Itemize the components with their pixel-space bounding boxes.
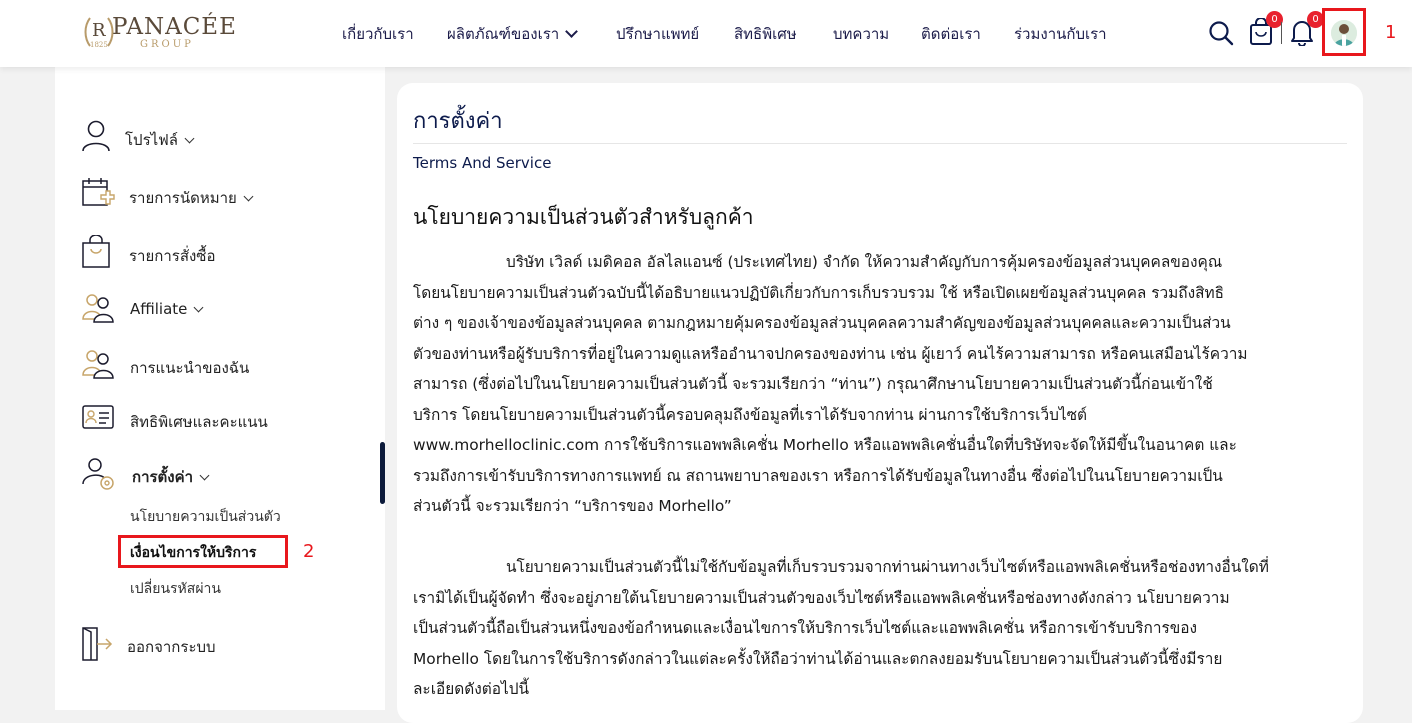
notification-button[interactable]: 0 — [1290, 11, 1324, 50]
sidebar-item-referrals[interactable]: การแนะนำของฉัน — [55, 347, 355, 387]
shopping-bag-icon — [82, 235, 110, 268]
user-avatar-icon — [1331, 20, 1357, 46]
nav-privileges[interactable]: สิทธิพิเศษ — [734, 22, 797, 46]
users-group-icon — [82, 350, 114, 379]
chevron-down-icon — [243, 191, 254, 202]
highlight-box — [118, 535, 288, 568]
profile-avatar-button[interactable] — [1322, 8, 1366, 56]
sidebar-item-settings[interactable]: การตั้งค่า — [55, 456, 355, 496]
sidebar-sub-privacy-policy[interactable]: นโยบายความเป็นส่วนตัว — [130, 506, 281, 528]
annotation-1: 1 — [1385, 22, 1397, 43]
sidebar-item-label: รายการนัดหมาย — [129, 186, 254, 210]
logo-group-text: GROUP — [140, 39, 194, 50]
chevron-down-icon — [199, 470, 210, 481]
sidebar-item-label: การตั้งค่า — [132, 465, 210, 489]
users-group-icon — [82, 294, 114, 323]
sidebar-item-label: รายการสั่งซื้อ — [129, 247, 216, 265]
paragraph-line: www.morhelloclinic.com การใช้บริการแอพพล… — [413, 436, 1237, 454]
sidebar-item-label: โปรไฟล์ — [125, 128, 195, 152]
paragraph-line: สามารถ (ซึ่งต่อไปในนโยบายความเป็นส่วนตัว… — [413, 375, 1213, 393]
nav-products[interactable]: ผลิตภัณฑ์ของเรา — [447, 22, 579, 46]
annotation-2: 2 — [303, 541, 315, 562]
paragraph-line: ตัวของท่านหรือผู้รับบริการที่อยู่ในความด… — [413, 344, 1248, 363]
nav-contact[interactable]: ติดต่อเรา — [921, 22, 981, 46]
sidebar-item-label: Affiliate — [130, 300, 204, 318]
content-card: การตั้งค่า Terms And Service นโยบายความเ… — [397, 83, 1363, 723]
sidebar-item-orders[interactable]: รายการสั่งซื้อ — [55, 235, 355, 275]
sidebar-item-label: สิทธิพิเศษและคะแนน — [130, 413, 268, 431]
paragraph-line: บริการ โดยนโยบายความเป็นส่วนตัวนี้ครอบคล… — [413, 405, 1088, 424]
panacee-logo[interactable]: R PANACÉE GROUP 1825 — [82, 12, 242, 54]
sidebar-item-profile[interactable]: โปรไฟล์ — [55, 119, 355, 159]
nav-consult[interactable]: ปรึกษาแพทย์ — [616, 22, 699, 46]
paragraph-line: นโยบายความเป็นส่วนตัวนี้ไม่ใช้กับข้อมูลท… — [413, 558, 1269, 576]
paragraph-line: ส่วนตัวนี้ จะรวมเรียกว่า “บริการของ Morh… — [413, 497, 732, 515]
policy-paragraph-1: บริษัท เวิลด์ เมดิคอล อัลไลแอนซ์ (ประเทศ… — [413, 247, 1349, 522]
sidebar-item-privileges[interactable]: สิทธิพิเศษและคะแนน — [55, 401, 355, 441]
account-sidebar: โปรไฟล์ รายการนัดหมาย รายการสั่งซื้อ Aff… — [55, 67, 385, 710]
user-settings-icon — [82, 458, 114, 490]
sidebar-item-logout[interactable]: ออกจากระบบ — [55, 626, 355, 666]
avatar — [1331, 20, 1357, 46]
paragraph-line: ละเอียดดังต่อไปนี้ — [413, 680, 529, 698]
logo-wordmark: PANACÉE — [112, 14, 237, 40]
nav-products-label: ผลิตภัณฑ์ของเรา — [447, 25, 560, 43]
cart-button[interactable]: 0 — [1249, 11, 1283, 50]
paragraph-line: ต่าง ๆ ของเจ้าของข้อมูลส่วนบุคคล ตามกฎหม… — [413, 314, 1231, 332]
nav-careers[interactable]: ร่วมงานกับเรา — [1014, 22, 1107, 46]
sidebar-item-label: ออกจากระบบ — [127, 638, 216, 656]
sidebar-item-appointments[interactable]: รายการนัดหมาย — [55, 177, 355, 217]
id-card-icon — [82, 405, 114, 429]
user-icon — [82, 120, 110, 152]
calendar-plus-icon — [82, 178, 115, 206]
header-divider — [1281, 22, 1282, 44]
active-section-indicator — [380, 442, 385, 504]
chevron-down-icon — [193, 302, 204, 313]
page-title: การตั้งค่า — [413, 109, 503, 134]
policy-heading: นโยบายความเป็นส่วนตัวสำหรับลูกค้า — [413, 205, 754, 229]
title-divider — [413, 143, 1347, 144]
sidebar-item-affiliate[interactable]: Affiliate — [55, 291, 355, 331]
paragraph-line: รวมถึงการเข้ารับบริการทางการแพทย์ ณ สถาน… — [413, 466, 1223, 485]
nav-about[interactable]: เกี่ยวกับเรา — [342, 22, 414, 46]
policy-paragraph-2: นโยบายความเป็นส่วนตัวนี้ไม่ใช้กับข้อมูลท… — [413, 552, 1349, 705]
paragraph-line: Morhello โดยในการใช้บริการดังกล่าวในแต่ล… — [413, 649, 1223, 668]
search-icon — [1209, 21, 1234, 46]
svg-text:R: R — [92, 20, 106, 41]
paragraph-line: เรามิได้เป็นผู้จัดทำ ซึ่งจะอยู่ภายใต้นโย… — [413, 588, 1230, 607]
logo-year: 1825 — [90, 41, 108, 49]
chevron-down-icon — [565, 25, 579, 38]
chevron-down-icon — [184, 133, 195, 144]
paragraph-line: เป็นส่วนตัวนี้ถือเป็นส่วนหนึ่งของข้อกำหน… — [413, 619, 1198, 637]
sidebar-sub-change-password[interactable]: เปลี่ยนรหัสผ่าน — [130, 578, 221, 600]
nav-articles[interactable]: บทความ — [833, 22, 889, 46]
sidebar-item-label: การแนะนำของฉัน — [130, 359, 250, 377]
paragraph-line: โดยนโยบายความเป็นส่วนตัวฉบับนี้ได้อธิบาย… — [413, 283, 1225, 302]
top-header: R PANACÉE GROUP 1825 เกี่ยวกับเรา ผลิตภั… — [0, 0, 1412, 67]
logout-icon — [82, 627, 113, 661]
search-button[interactable] — [1208, 20, 1234, 50]
section-subtitle: Terms And Service — [413, 154, 552, 172]
paragraph-line: บริษัท เวิลด์ เมดิคอล อัลไลแอนซ์ (ประเทศ… — [413, 253, 1223, 271]
